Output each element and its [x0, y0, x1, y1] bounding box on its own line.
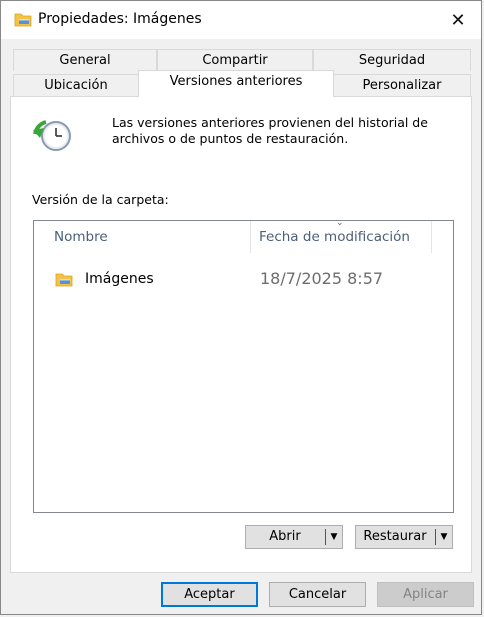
folder-icon [55, 273, 73, 287]
close-button[interactable]: ✕ [435, 1, 481, 39]
tab-compartir[interactable]: Compartir [157, 49, 313, 71]
restore-clock-icon [33, 120, 71, 151]
open-split-button[interactable]: Abrir ▼ [245, 525, 343, 549]
dropdown-arrow-icon[interactable]: ▼ [435, 526, 453, 548]
cancel-button[interactable]: Cancelar [269, 582, 366, 607]
column-header-date[interactable]: Fecha de modificación [259, 221, 410, 253]
column-header-name[interactable]: Nombre [54, 221, 108, 253]
column-separator[interactable] [250, 221, 251, 253]
item-name: Imágenes [85, 271, 154, 287]
sort-arrow-icon: ⌄ [336, 218, 344, 228]
tab-personalizar[interactable]: Personalizar [333, 74, 471, 96]
tab-general[interactable]: General [13, 49, 157, 71]
versions-list[interactable]: Nombre Fecha de modificación ⌄ Imágenes … [33, 218, 454, 513]
apply-button[interactable]: Aplicar [377, 582, 474, 607]
properties-dialog: Propiedades: Imágenes ✕ General Comparti… [0, 0, 482, 615]
folder-icon [14, 13, 32, 27]
tab-seguridad[interactable]: Seguridad [313, 49, 471, 71]
close-icon: ✕ [450, 9, 466, 31]
title-bar: Propiedades: Imágenes ✕ [1, 1, 481, 39]
ok-button[interactable]: Aceptar [161, 582, 258, 607]
info-text: Las versiones anteriores provienen del h… [112, 115, 428, 146]
open-button-label[interactable]: Abrir [246, 526, 324, 548]
restore-button-label[interactable]: Restaurar [356, 526, 434, 548]
section-label: Versión de la carpeta: [32, 192, 169, 207]
item-date: 18/7/2025 8:57 [260, 269, 384, 288]
restore-split-button[interactable]: Restaurar ▼ [355, 525, 453, 549]
tab-versiones-anteriores[interactable]: Versiones anteriores [138, 70, 334, 97]
tab-ubicacion[interactable]: Ubicación [13, 74, 139, 96]
window-title: Propiedades: Imágenes [38, 11, 202, 27]
list-item[interactable]: Imágenes 18/7/2025 8:57 [34, 265, 453, 293]
dropdown-arrow-icon[interactable]: ▼ [325, 526, 343, 548]
tab-panel: Las versiones anteriores provienen del h… [10, 96, 472, 573]
column-separator[interactable] [431, 221, 432, 253]
